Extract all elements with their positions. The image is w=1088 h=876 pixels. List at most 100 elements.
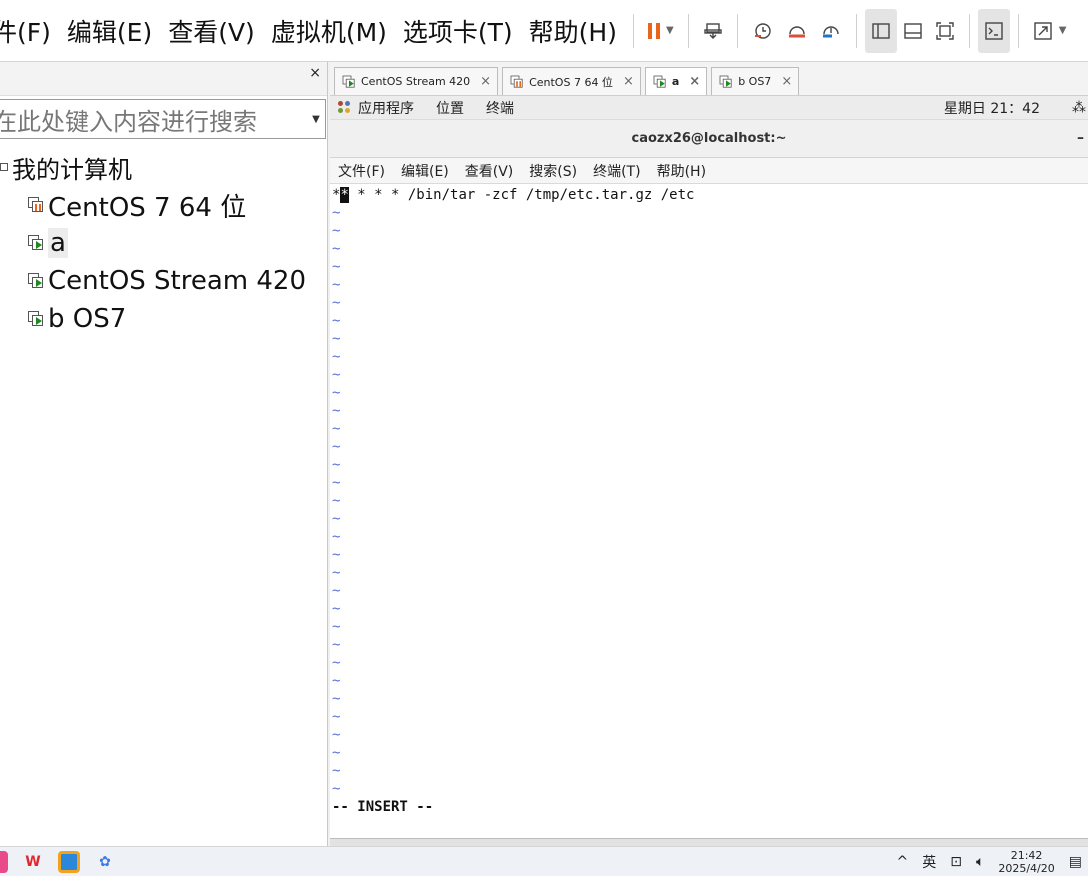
empty-line-tilde: ~ bbox=[332, 493, 341, 509]
collapse-icon[interactable] bbox=[0, 163, 8, 171]
vm-statusbar bbox=[330, 838, 1088, 846]
text-cursor: * bbox=[340, 187, 349, 203]
app-cloud-icon[interactable]: ✿ bbox=[94, 851, 116, 873]
empty-line-tilde: ~ bbox=[332, 223, 341, 239]
tab-label: b OS7 bbox=[738, 75, 772, 88]
vm-tree: 我的计算机 CentOS 7 64 位 a CentOS Stream 420 … bbox=[0, 148, 328, 338]
vm-running-icon bbox=[719, 75, 733, 88]
terminal-menu-terminal[interactable]: 终端(T) bbox=[593, 161, 640, 181]
close-icon[interactable]: × bbox=[781, 74, 792, 89]
send-ctrl-alt-del-button[interactable] bbox=[697, 9, 729, 53]
revert-snapshot-button[interactable] bbox=[780, 9, 814, 53]
vm-paused-icon bbox=[510, 75, 524, 88]
library-view-icon bbox=[871, 22, 890, 39]
library-panel: × 在此处键入内容进行搜索 ▼ 我的计算机 CentOS 7 64 位 a Ce… bbox=[0, 62, 328, 846]
tab-b-os7[interactable]: b OS7 × bbox=[711, 67, 800, 95]
empty-line-tilde: ~ bbox=[332, 781, 341, 797]
terminal-screen[interactable]: ** * * * /bin/tar -zcf /tmp/etc.tar.gz /… bbox=[330, 186, 1088, 822]
empty-line-tilde: ~ bbox=[332, 709, 341, 725]
speaker-icon[interactable]: 🔈︎ bbox=[976, 854, 984, 870]
close-icon[interactable]: × bbox=[689, 74, 700, 89]
terminal-menu-search[interactable]: 搜索(S) bbox=[529, 161, 577, 181]
toolbar-separator bbox=[855, 13, 857, 48]
chevron-down-icon: ▼ bbox=[665, 25, 674, 36]
tab-label: CentOS 7 64 位 bbox=[529, 75, 613, 89]
menu-view[interactable]: 查看(V) bbox=[160, 13, 263, 49]
tree-root-my-computer[interactable]: 我的计算机 bbox=[0, 148, 328, 186]
terminal-menu-file[interactable]: 文件(F) bbox=[338, 161, 385, 181]
toolbar-separator bbox=[1017, 13, 1019, 48]
vim-mode-indicator: -- INSERT -- bbox=[332, 799, 434, 815]
empty-line-tilde: ~ bbox=[332, 637, 341, 653]
empty-line-tilde: ~ bbox=[332, 295, 341, 311]
system-tray: ^ 英 ⊡ 🔈︎ 21:42 2025/4/20 ▤ bbox=[896, 849, 1088, 875]
menu-tabs[interactable]: 选项卡(T) bbox=[395, 13, 521, 49]
vm-paused-icon bbox=[28, 197, 44, 213]
empty-line-tilde: ~ bbox=[332, 619, 341, 635]
library-view-button[interactable] bbox=[864, 8, 897, 53]
snapshot-manager-button[interactable] bbox=[814, 9, 848, 53]
terminal-menu-view[interactable]: 查看(V) bbox=[465, 161, 514, 181]
empty-line-tilde: ~ bbox=[332, 457, 341, 473]
snapshot-manager-icon bbox=[822, 25, 839, 37]
console-view-button[interactable] bbox=[977, 8, 1010, 53]
windows-taskbar: W ✿ ^ 英 ⊡ 🔈︎ 21:42 2025/4/20 ▤ bbox=[0, 846, 1088, 876]
library-search-input[interactable]: 在此处键入内容进行搜索 ▼ bbox=[0, 99, 326, 139]
empty-line-tilde: ~ bbox=[332, 367, 341, 383]
editor-line-1: ** * * * /bin/tar -zcf /tmp/etc.tar.gz /… bbox=[330, 186, 1088, 204]
revert-snapshot-icon bbox=[788, 25, 805, 37]
tab-centos7[interactable]: CentOS 7 64 位 × bbox=[502, 67, 641, 95]
tree-item-centos7[interactable]: CentOS 7 64 位 bbox=[0, 186, 328, 224]
wps-icon[interactable]: W bbox=[22, 851, 44, 873]
terminal-menu-help[interactable]: 帮助(H) bbox=[657, 161, 706, 181]
empty-line-tilde: ~ bbox=[332, 241, 341, 257]
menubar: 件(F) 编辑(E) 查看(V) 虚拟机(M) 选项卡(T) 帮助(H) ▼ ▼ bbox=[0, 0, 1088, 62]
close-icon[interactable]: × bbox=[480, 74, 491, 89]
app-icon[interactable] bbox=[0, 850, 8, 873]
close-icon[interactable]: × bbox=[309, 65, 321, 81]
minimize-icon[interactable]: – bbox=[1077, 130, 1084, 146]
menu-edit[interactable]: 编辑(E) bbox=[59, 13, 160, 49]
notification-icon[interactable]: ▤ bbox=[1069, 854, 1082, 870]
chevron-down-icon[interactable]: ▼ bbox=[307, 114, 325, 125]
gnome-foot-icon bbox=[338, 100, 352, 115]
editor-text: * * * /bin/tar -zcf /tmp/etc.tar.gz /etc bbox=[348, 187, 695, 203]
tree-item-centos-stream[interactable]: CentOS Stream 420 bbox=[0, 262, 328, 300]
thumbnail-view-button[interactable] bbox=[897, 9, 929, 53]
gnome-terminal-menu[interactable]: 终端 bbox=[486, 98, 514, 118]
terminal-menu-edit[interactable]: 编辑(E) bbox=[401, 161, 449, 181]
display-icon[interactable]: ⊡ bbox=[950, 854, 962, 870]
clock-time: 21:42 bbox=[1010, 848, 1043, 862]
menu-help[interactable]: 帮助(H) bbox=[521, 13, 625, 49]
ime-indicator[interactable]: 英 bbox=[922, 852, 936, 872]
tree-item-label: a bbox=[48, 228, 68, 258]
gnome-clock[interactable]: 星期日 21：42 bbox=[944, 98, 1040, 118]
clock[interactable]: 21:42 2025/4/20 bbox=[998, 849, 1054, 875]
tree-item-b-os7[interactable]: b OS7 bbox=[0, 300, 328, 338]
gnome-places-menu[interactable]: 位置 bbox=[436, 98, 464, 118]
stretch-button[interactable]: ▼ bbox=[1027, 9, 1073, 53]
network-icon[interactable]: ⁂ bbox=[1072, 100, 1086, 116]
tree-item-a[interactable]: a bbox=[0, 224, 328, 262]
app-window-icon[interactable] bbox=[58, 850, 80, 873]
chevron-up-icon[interactable]: ^ bbox=[896, 854, 908, 870]
vm-running-icon bbox=[28, 311, 44, 327]
pause-button[interactable]: ▼ bbox=[642, 9, 680, 53]
toolbar-separator bbox=[632, 13, 634, 48]
empty-line-tilde: ~ bbox=[332, 691, 341, 707]
menu-file[interactable]: 件(F) bbox=[0, 13, 59, 49]
fullscreen-button[interactable] bbox=[929, 9, 961, 53]
send-ctrl-alt-del-icon bbox=[703, 22, 722, 39]
terminal-menubar: 文件(F) 编辑(E) 查看(V) 搜索(S) 终端(T) 帮助(H) bbox=[330, 158, 1088, 184]
empty-line-tilde: ~ bbox=[332, 331, 341, 347]
menu-vm[interactable]: 虚拟机(M) bbox=[263, 13, 395, 49]
gnome-applications-menu[interactable]: 应用程序 bbox=[338, 98, 414, 118]
vm-console-area: CentOS Stream 420 × CentOS 7 64 位 × a × … bbox=[330, 62, 1088, 846]
tab-a[interactable]: a × bbox=[644, 67, 708, 95]
empty-line-tilde: ~ bbox=[332, 745, 341, 761]
chevron-down-icon: ▼ bbox=[1058, 25, 1067, 36]
tab-centos-stream[interactable]: CentOS Stream 420 × bbox=[334, 67, 499, 95]
take-snapshot-button[interactable] bbox=[746, 9, 780, 53]
close-icon[interactable]: × bbox=[623, 74, 634, 89]
empty-line-tilde: ~ bbox=[332, 529, 341, 545]
